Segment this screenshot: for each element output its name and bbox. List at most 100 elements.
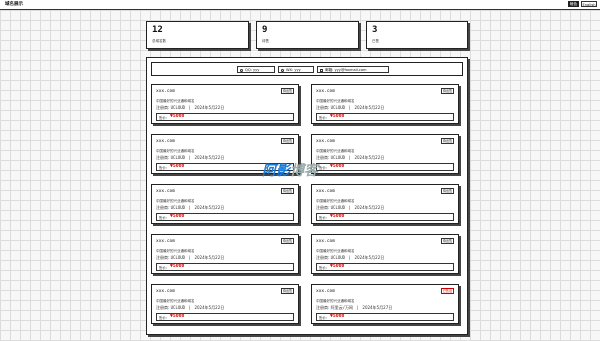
contact-qq[interactable]: QQ: yyy — [237, 66, 275, 73]
registrar-label: 注册商: — [316, 155, 330, 160]
domain-card: xxx.com 已售出中国最好的兴业通和域名注册商: 阿里云/万网 | 2024年5月… — [311, 284, 459, 324]
domain-meta: 注册商: UCLOUD | 2024年5月22日 — [156, 105, 224, 111]
domain-name: xxx.com — [316, 139, 335, 144]
domain-meta: 注册商: UCLOUD | 2024年5月22日 — [316, 255, 384, 261]
registrar-name: UCLOUD — [330, 105, 346, 110]
stat-label: 总域名数 — [152, 39, 166, 43]
price-row: 售价: ¥5000 — [316, 263, 454, 271]
register-date: 2024年5月22日 — [194, 155, 225, 160]
buy-status-button[interactable]: 待出售 — [281, 188, 294, 194]
domain-card: xxx.com 待出售 中国最好的兴业通和域名 注册商: UCLOUD | 2024年5月… — [151, 284, 299, 324]
domain-meta: 注册商: 阿里云/万网 | 2024年5月27日 — [316, 305, 392, 311]
contact-bar: QQ: yyy WX: yyy 邮箱: yyy@foxmail.com — [151, 62, 463, 76]
registrar-name: UCLOUD — [330, 255, 346, 260]
price-value: ¥5000 — [330, 264, 345, 269]
contact-email-text: 邮箱: yyy@foxmail.com — [325, 68, 367, 72]
language-switch-button[interactable]: English — [581, 1, 597, 7]
domain-card: xxx.com 待出售中国最好的兴业通和域名注册商: UCLOUD | 2024年5月… — [151, 84, 299, 124]
price-label: 售价: — [159, 266, 167, 270]
top-bar: 域名展示 暗色 English — [0, 0, 600, 10]
price-value: ¥5000 — [330, 214, 345, 219]
price-value: ¥5000 — [330, 314, 345, 319]
price-label: 售价: — [159, 116, 167, 120]
domain-card: xxx.com 待出售中国最好的兴业通和域名注册商: UCLOUD | 2024年5月… — [311, 184, 459, 224]
stat-for-sale: 9 待售 — [256, 21, 359, 49]
register-date: 2024年5月22日 — [194, 305, 225, 310]
price-label: 售价: — [319, 166, 327, 170]
contact-wechat-text: WX: yyy — [286, 68, 301, 72]
price-label: 售价: — [159, 216, 167, 220]
stat-label: 已售 — [372, 39, 379, 43]
registrar-label: 注册商: — [316, 205, 330, 210]
registrar-label: 注册商: — [156, 155, 170, 160]
domain-card: xxx.com 待出售中国最好的兴业通和域名注册商: UCLOUD | 2024年5月… — [151, 234, 299, 274]
qq-icon — [240, 68, 243, 72]
domain-description: 中国最好的兴业通和域名 — [316, 299, 355, 303]
theme-toggle-button[interactable]: 暗色 — [568, 1, 579, 7]
registrar-name: UCLOUD — [170, 255, 186, 260]
domain-description: 中国最好的兴业通和域名 — [156, 99, 195, 103]
stat-value: 3 — [372, 25, 378, 35]
domain-name: xxx.com — [316, 289, 335, 294]
buy-status-button[interactable]: 待出售 — [281, 88, 294, 94]
domain-card: xxx.com 待出售 中国最好的兴业通和域名 注册商: UCLOUD | 2024年5月… — [311, 134, 459, 174]
registrar-label: 注册商: — [156, 205, 170, 210]
domain-name: xxx.com — [156, 89, 175, 94]
register-date: 2024年5月22日 — [354, 105, 385, 110]
domain-name: xxx.com — [316, 189, 335, 194]
price-value: ¥5000 — [170, 114, 185, 119]
stat-label: 待售 — [262, 39, 269, 43]
buy-status-button[interactable]: 待出售 — [281, 288, 294, 294]
registrar-name: UCLOUD — [170, 305, 186, 310]
buy-status-button[interactable]: 待出售 — [441, 138, 454, 144]
domain-description: 中国最好的兴业通和域名 — [156, 249, 195, 253]
domain-name: xxx.com — [316, 89, 335, 94]
buy-status-button[interactable]: 待出售 — [441, 238, 454, 244]
email-icon — [320, 68, 323, 72]
price-label: 售价: — [159, 316, 167, 320]
price-row: 售价: ¥5000 — [156, 213, 294, 221]
domain-meta: 注册商: UCLOUD | 2024年5月22日 — [156, 205, 224, 211]
buy-status-button[interactable]: 待出售 — [441, 188, 454, 194]
domain-name: xxx.com — [156, 139, 175, 144]
domain-meta: 注册商: UCLOUD | 2024年5月22日 — [316, 205, 384, 211]
price-value: ¥5000 — [170, 314, 185, 319]
price-value: ¥5000 — [170, 164, 185, 169]
domain-meta: 注册商: UCLOUD | 2024年5月22日 — [156, 255, 224, 261]
stat-total-domains: 12 总域名数 — [146, 21, 249, 49]
price-value: ¥5000 — [170, 264, 185, 269]
watermark-secondary: 博客 — [290, 163, 318, 179]
domain-description: 中国最好的兴业通和域名 — [156, 199, 195, 203]
domain-description: 中国最好的兴业通和域名 — [156, 149, 195, 153]
domain-card: xxx.com 待出售 中国最好的兴业通和域名 注册商: UCLOUD | 2024年5月… — [311, 234, 459, 274]
watermark-logo: 阿影博客 — [262, 160, 318, 179]
sold-status-button[interactable]: 已售出 — [441, 288, 454, 294]
buy-status-button[interactable]: 待出售 — [281, 138, 294, 144]
price-row: 售价: ¥5000 — [156, 313, 294, 321]
contact-wechat[interactable]: WX: yyy — [278, 66, 314, 73]
price-label: 售价: — [319, 266, 327, 270]
registrar-label: 注册商: — [316, 105, 330, 110]
domain-description: 中国最好的兴业通和域名 — [316, 199, 355, 203]
price-label: 售价: — [319, 316, 327, 320]
register-date: 2024年5月22日 — [354, 205, 385, 210]
buy-status-button[interactable]: 待出售 — [281, 238, 294, 244]
registrar-label: 注册商: — [156, 105, 170, 110]
register-date: 2024年5月22日 — [354, 155, 385, 160]
price-label: 售价: — [159, 166, 167, 170]
registrar-label: 注册商: — [316, 305, 330, 310]
price-row: 售价: ¥5000 — [156, 113, 294, 121]
domain-meta: 注册商: UCLOUD | 2024年5月22日 — [316, 155, 384, 161]
domain-name: xxx.com — [156, 239, 175, 244]
price-row: 售价: ¥5000 — [316, 213, 454, 221]
register-date: 2024年5月22日 — [194, 205, 225, 210]
buy-status-button[interactable]: 待出售 — [441, 88, 454, 94]
registrar-name: UCLOUD — [170, 205, 186, 210]
price-value: ¥5000 — [330, 164, 345, 169]
price-row: 售价: ¥5000 — [316, 163, 454, 171]
domain-description: 中国最好的兴业通和域名 — [316, 99, 355, 103]
stat-value: 12 — [152, 25, 163, 35]
register-date: 2024年5月27日 — [362, 305, 393, 310]
domain-meta: 注册商: UCLOUD | 2024年5月22日 — [156, 305, 224, 311]
contact-email[interactable]: 邮箱: yyy@foxmail.com — [317, 66, 389, 73]
